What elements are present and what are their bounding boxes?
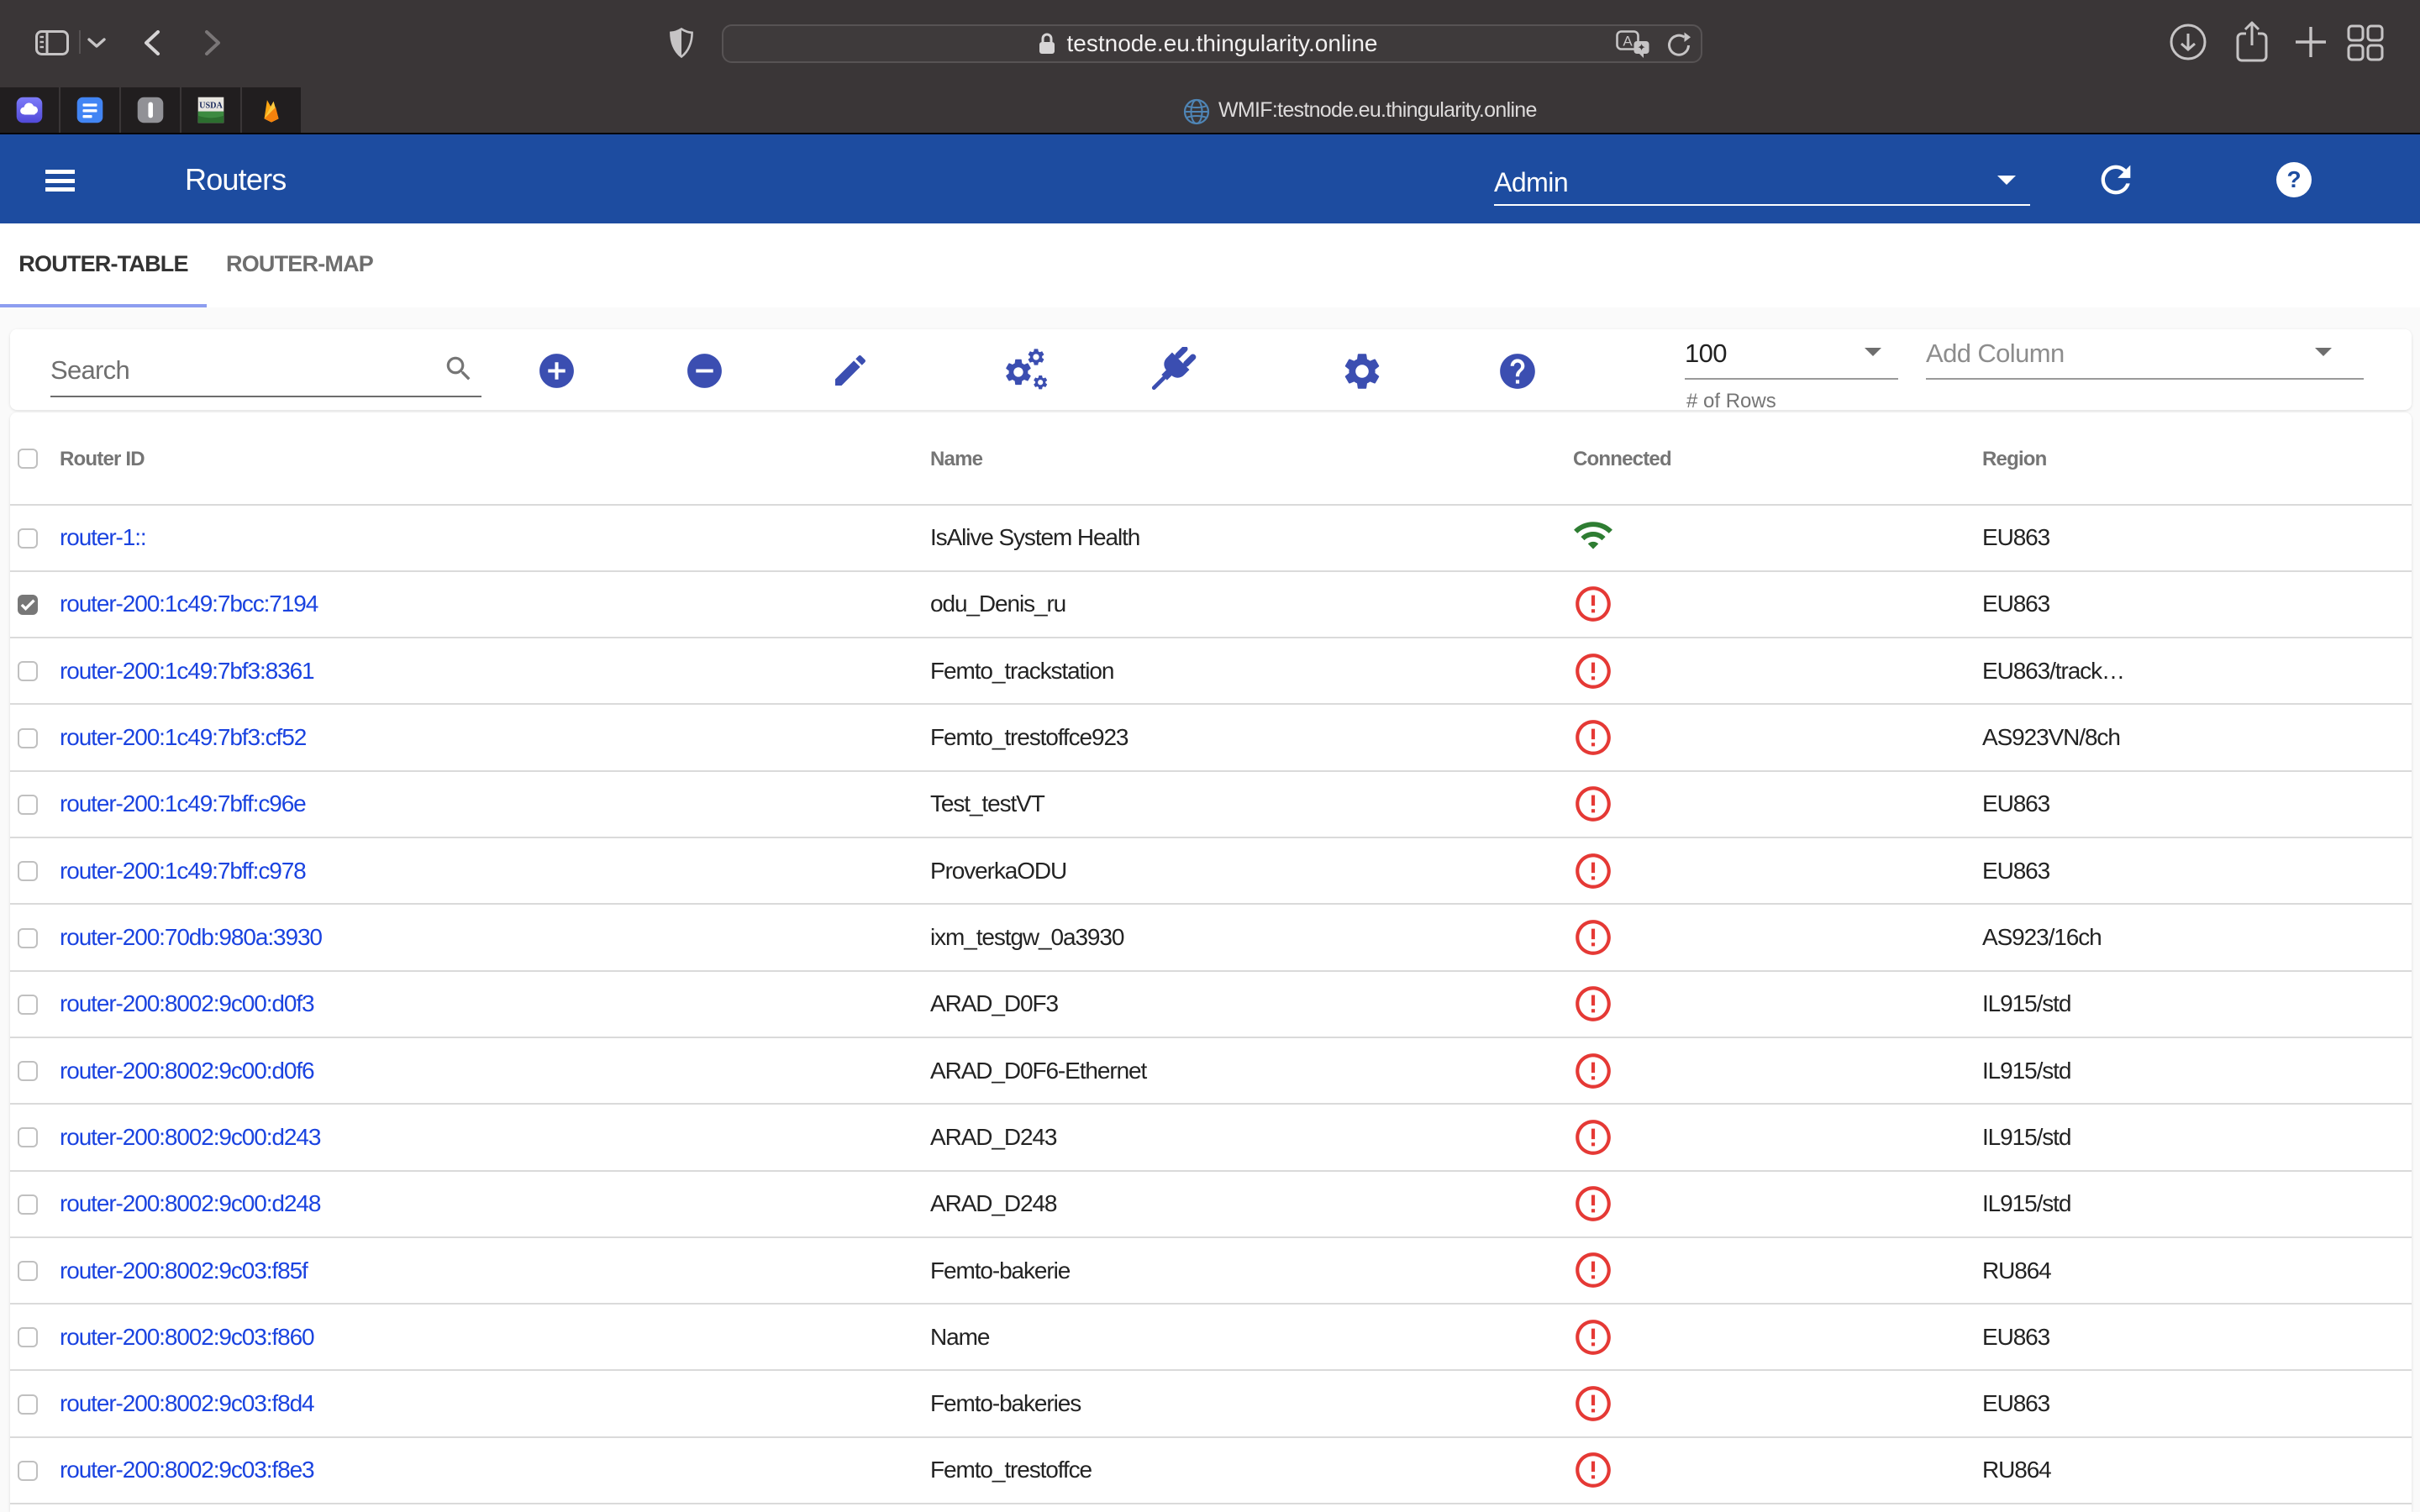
svg-text:?: ? bbox=[2286, 166, 2301, 192]
svg-text:A: A bbox=[1623, 34, 1633, 50]
svg-text:✦: ✦ bbox=[1637, 42, 1645, 54]
svg-text:USDA: USDA bbox=[199, 101, 223, 110]
